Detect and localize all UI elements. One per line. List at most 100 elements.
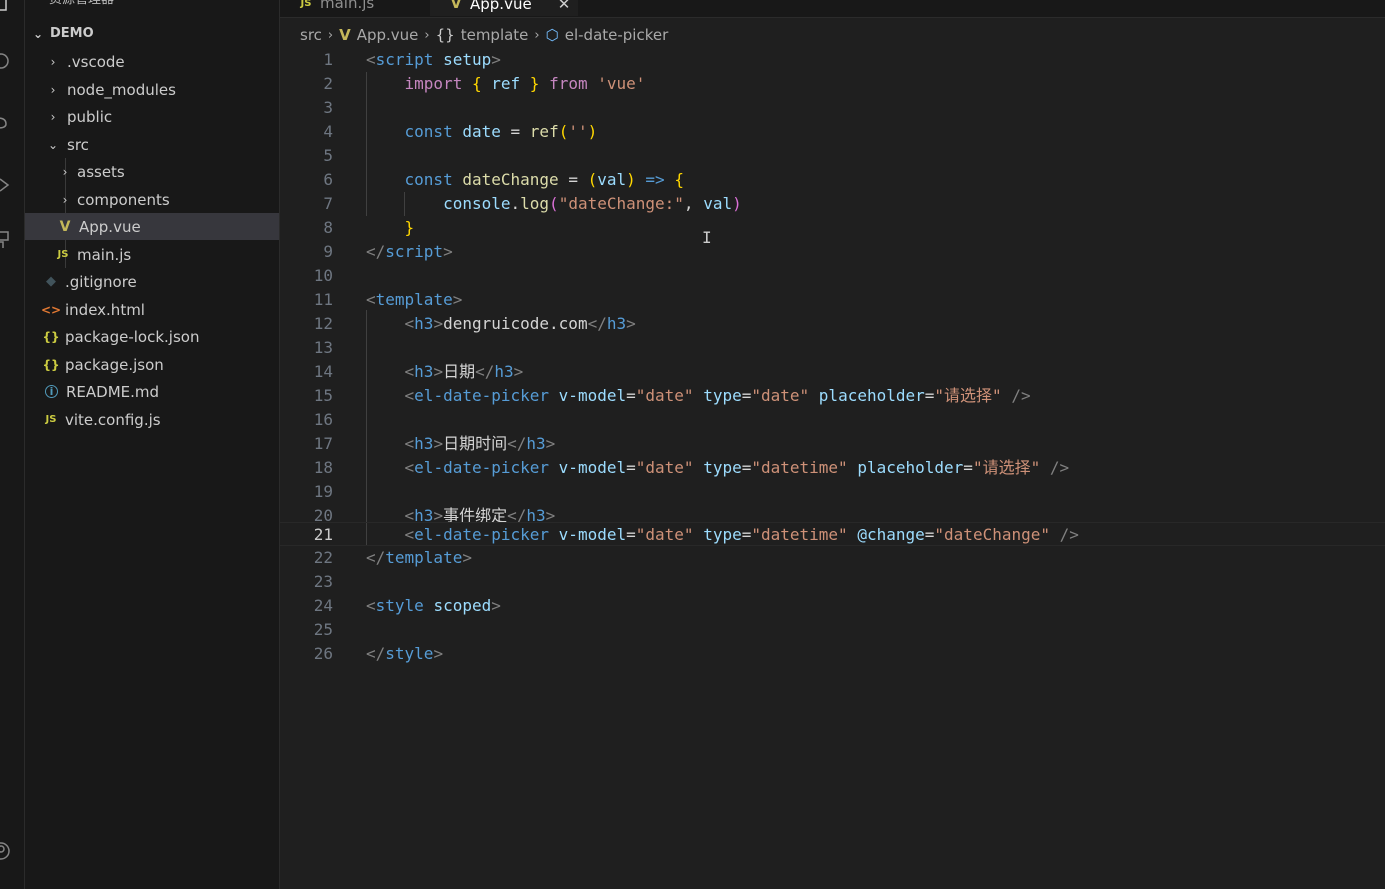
explorer-item-label: index.html [65,300,145,319]
code-line: 9 </script> [280,240,1385,264]
explorer-item-label: App.vue [79,217,141,236]
close-icon[interactable]: ✕ [558,0,571,13]
explorer-icon[interactable] [0,0,18,12]
js-file-icon: JS [45,414,57,425]
explorer-item-package-lock-json[interactable]: {} package-lock.json [25,323,279,350]
code-line: 4 const date = ref('') [280,120,1385,144]
chevron-right-icon: › [62,164,68,179]
line-number: 17 [313,434,333,453]
explorer-item-label: .gitignore [65,272,137,291]
line-number: 7 [323,194,333,213]
line-number: 19 [313,482,333,501]
code-line-current: 21 <el-date-picker v-model="date" type="… [280,522,1385,546]
line-number: 14 [313,362,333,381]
explorer-item-vite-config[interactable]: JS vite.config.js [25,406,279,433]
html-file-icon: <> [40,302,62,317]
code-line: 17 <h3>日期时间</h3> [280,432,1385,456]
line-number: 3 [323,98,333,117]
explorer-item-index-html[interactable]: <> index.html [25,296,279,323]
vue-file-icon: V [450,0,462,12]
search-icon[interactable] [0,52,18,70]
line-number: 18 [313,458,333,477]
breadcrumb-section[interactable]: template [461,26,529,44]
code-line: 6 const dateChange = (val) => { [280,168,1385,192]
line-number: 23 [313,572,333,591]
code-editor[interactable]: 1 <script setup> 2 import { ref } from 'v… [280,48,1385,889]
explorer-item-label: assets [77,162,125,181]
explorer-item-label: package-lock.json [65,327,200,346]
text-cursor-icon: I [702,228,712,247]
chevron-down-icon: ⌄ [32,26,44,41]
explorer-item-package-json[interactable]: {} package.json [25,351,279,378]
line-number: 22 [313,548,333,567]
breadcrumb-element[interactable]: el-date-picker [565,26,669,44]
explorer-item-node-modules[interactable]: › node_modules [25,76,279,103]
code-line: 5 [280,144,1385,168]
explorer-item-label: src [67,135,89,154]
code-line: 23 [280,570,1385,594]
explorer-item-app-vue[interactable]: V App.vue [25,213,279,240]
vue-file-icon: V [59,218,71,235]
breadcrumb-file[interactable]: App.vue [357,26,419,44]
explorer-item-public[interactable]: › public [25,103,279,130]
run-debug-icon[interactable] [0,176,18,194]
breadcrumb: src › V App.vue › {} template › ⬡ el-dat… [300,24,668,46]
code-line: 10 [280,264,1385,288]
explorer-item-components[interactable]: › components [25,186,279,213]
source-control-icon[interactable] [0,114,18,132]
explorer-item-label: public [67,107,113,126]
line-number: 4 [323,122,333,141]
code-line: 8 } [280,216,1385,240]
line-number: 13 [313,338,333,357]
explorer-item-main-js[interactable]: JS main.js [25,241,279,268]
explorer-title: 资源管理器 [49,0,114,8]
line-number: 15 [313,386,333,405]
tab-label: main.js [320,0,375,12]
account-icon[interactable] [0,842,18,860]
chevron-right-icon: › [62,192,68,207]
code-line: 1 <script setup> [280,48,1385,72]
tab-label: App.vue [470,0,532,13]
explorer-item-label: main.js [77,245,132,264]
explorer-item-vscode[interactable]: › .vscode [25,48,279,75]
line-number: 21 [313,525,333,544]
line-number: 1 [323,50,333,69]
line-number: 26 [313,644,333,663]
braces-icon: {} [435,26,455,44]
explorer-item-readme[interactable]: i README.md [25,378,279,405]
line-number: 5 [323,146,333,165]
explorer-sidebar: 资源管理器 ⌄ DEMO › .vscode › node_modules › … [25,0,280,889]
line-number: 6 [323,170,333,189]
chevron-down-icon: ⌄ [47,137,59,152]
chevron-right-icon: › [50,109,56,124]
explorer-item-gitignore[interactable]: ◆ .gitignore [25,268,279,295]
explorer-item-label: README.md [66,382,160,401]
json-file-icon: {} [42,357,60,372]
code-line: 2 import { ref } from 'vue' [280,72,1385,96]
js-file-icon: JS [57,249,69,260]
chevron-right-icon: › [50,54,56,69]
explorer-item-label: components [77,190,170,209]
line-number: 16 [313,410,333,429]
cube-icon: ⬡ [545,26,559,44]
editor-tab-bar: JS main.js V App.vue ✕ [280,0,1385,18]
explorer-item-label: package.json [65,355,164,374]
line-number: 24 [313,596,333,615]
breadcrumb-src[interactable]: src [300,26,322,44]
explorer-root-label: DEMO [50,26,94,41]
explorer-item-label: .vscode [67,52,125,71]
code-line: 12 <h3>dengruicode.com</h3> [280,312,1385,336]
explorer-root-demo[interactable]: ⌄ DEMO [25,20,279,47]
tab-app-vue[interactable]: V App.vue ✕ [430,0,578,16]
code-line: 25 [280,618,1385,642]
code-line: 3 [280,96,1385,120]
json-file-icon: {} [42,329,60,344]
extensions-icon[interactable] [0,230,18,248]
line-number: 11 [313,290,333,309]
explorer-item-assets[interactable]: › assets [25,158,279,185]
explorer-item-src[interactable]: ⌄ src [25,131,279,158]
code-line: 22 </template> [280,546,1385,570]
line-number: 9 [323,242,333,261]
tab-main-js[interactable]: JS main.js [280,0,428,16]
code-line: 15 <el-date-picker v-model="date" type="… [280,384,1385,408]
